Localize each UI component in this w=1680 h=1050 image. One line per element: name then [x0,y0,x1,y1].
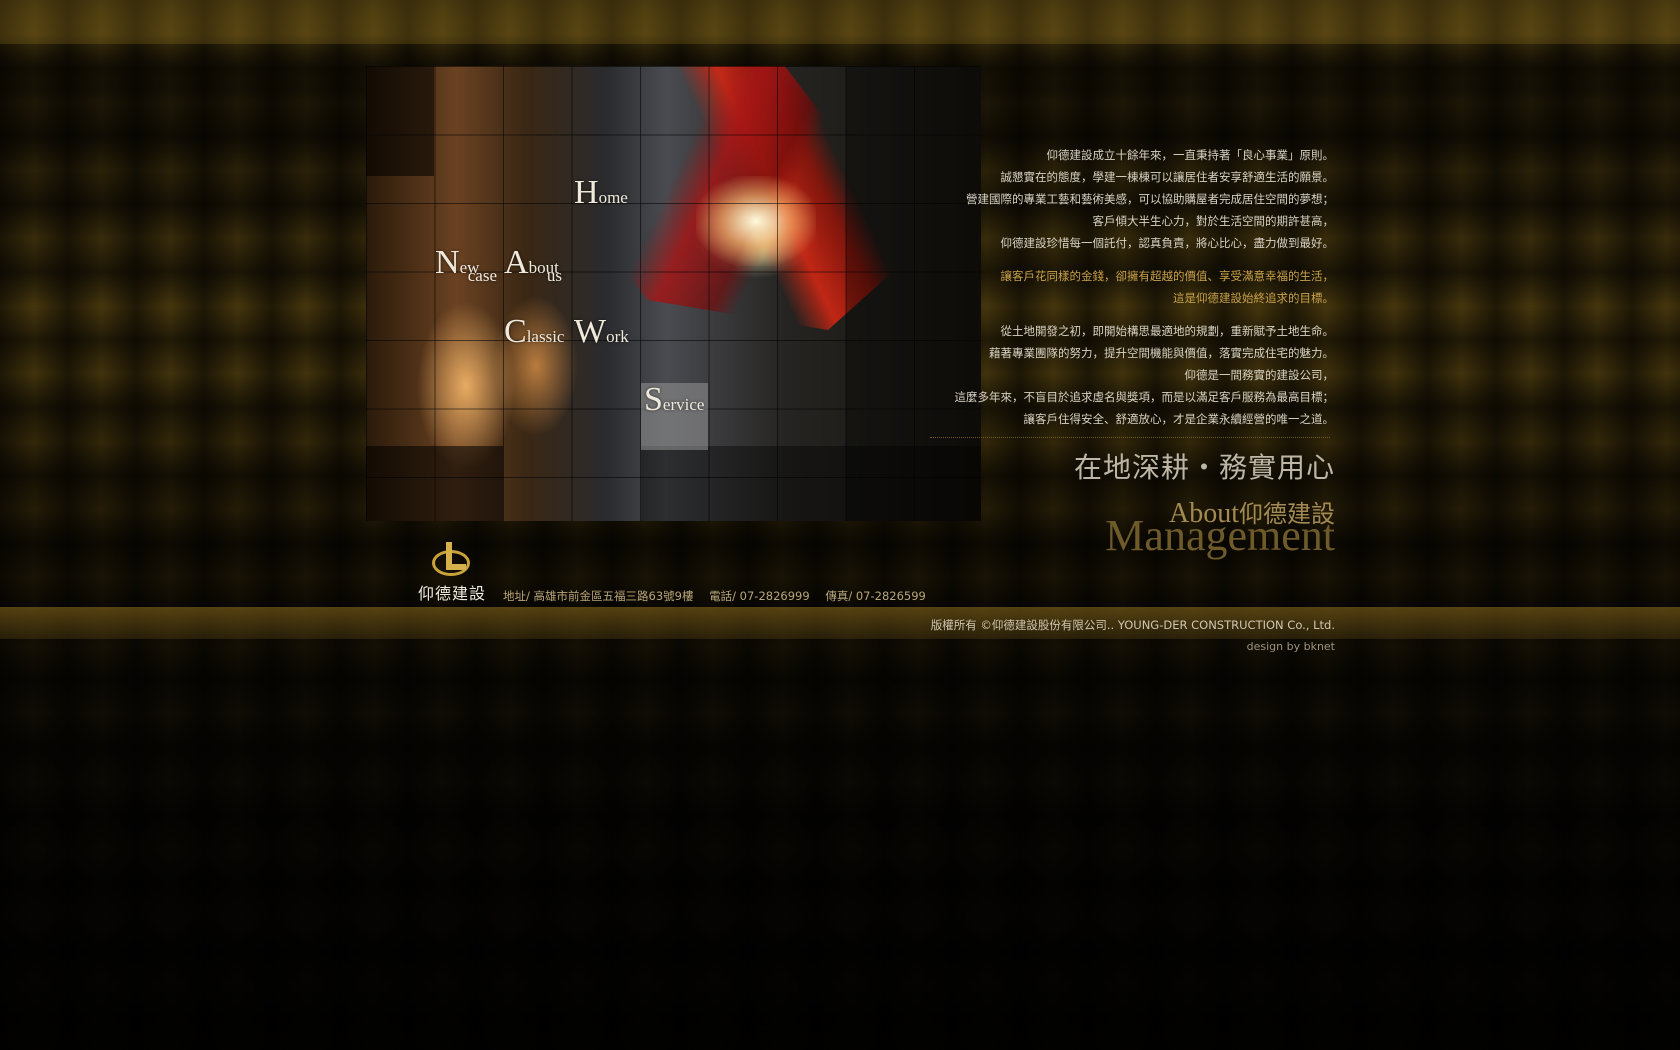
about-text: 仰德建設成立十餘年來，一直秉持著「良心事業」原則。 誠懇實在的態度，學建一棟棟可… [914,144,1335,441]
nav-work[interactable]: Work [574,315,642,383]
company-logo[interactable]: 仰德建設 [417,542,487,612]
lower-fade [0,640,1680,1050]
footer-copyright: 版權所有 ©仰德建設股份有限公司.. YOUNG-DER CONSTRUCTIO… [930,618,1335,632]
footer-design-credit[interactable]: design by bknet [1247,640,1335,653]
slogan: 在地深耕・務實用心 [1073,451,1335,484]
about-line: 從土地開發之初，即開始構思最適地的規劃，重新賦予土地生命。 [1000,324,1335,338]
nav-about-initial: A [504,244,529,281]
nav-work-initial: W [574,313,607,350]
footer-contact: 地址/ 高雄市前金區五福三路63號9樓 電話/ 07-2826999 傳真/ 0… [503,588,938,604]
footer-phone: 電話/ 07-2826999 [709,589,810,603]
about-paragraph-3: 從土地開發之初，即開始構思最適地的規劃，重新賦予土地生命。 藉著專業團隊的努力，… [914,320,1335,430]
about-line: 藉著專業團隊的努力，提升空間機能與價值，落實完成住宅的魅力。 [989,346,1334,360]
nav-service-rest: ervice [662,395,705,414]
company-logo-icon [432,542,472,578]
footer-address: 地址/ 高雄市前金區五福三路63號9樓 [503,589,694,603]
nav-classic-initial: C [504,313,527,350]
about-line: 仰德是一間務實的建設公司， [1184,368,1335,382]
nav-service[interactable]: Service [641,383,708,450]
nav-home-rest: ome [598,188,628,207]
about-line: 誠懇實在的態度，學建一棟棟可以讓居住者安享舒適生活的願景。 [1000,170,1335,184]
company-name: 仰德建設 [417,584,486,603]
about-line: 讓客戶住得安全、舒適放心，才是企業永續經營的唯一之道。 [1023,412,1335,426]
about-line: 仰德建設成立十餘年來，一直秉持著「良心事業」原則。 [1046,148,1335,162]
nav-new-case-initial: N [435,244,460,281]
nav-classic[interactable]: Classic [504,315,572,383]
about-line: 讓客戶花同樣的金錢，卻擁有超越的價值、享受滿意幸福的生活， [1000,269,1335,283]
nav-about-us[interactable]: About us [504,246,572,314]
dotted-divider [930,437,1330,438]
nav-home-initial: H [574,174,599,211]
top-band [0,0,1680,44]
about-line: 仰德建設珍惜每一個託付，認真負責，將心比心，盡力做到最好。 [1000,236,1335,250]
about-line: 這麼多年來，不盲目於追求虛名與獎項，而是以滿足客戶服務為最高目標； [954,390,1335,404]
about-paragraph-1: 仰德建設成立十餘年來，一直秉持著「良心事業」原則。 誠懇實在的態度，學建一棟棟可… [914,144,1334,254]
about-line: 營建國際的專業工藝和藝術美感，可以協助購屋者完成居住空間的夢想； [966,192,1334,206]
about-line: 客戶傾大半生心力，對於生活空間的期許甚高， [1092,214,1335,228]
nav-home[interactable]: Home [574,176,642,244]
management-heading: Management [1105,511,1335,560]
footer-fax: 傳真/ 07-2826599 [825,589,926,603]
nav-new-case[interactable]: New case [435,246,503,314]
about-line: 這是仰德建設始終追求的目標。 [1173,291,1334,305]
nav-work-rest: ork [606,327,629,346]
about-paragraph-2: 讓客戶花同樣的金錢，卻擁有超越的價值、享受滿意幸福的生活， 這是仰德建設始終追求… [914,265,1335,309]
nav-service-initial: S [644,381,663,418]
page-background: Home New case About us Classic Work Serv… [0,0,1680,1050]
footer-glow-band [0,607,1680,639]
nav-classic-rest: lassic [526,327,565,346]
